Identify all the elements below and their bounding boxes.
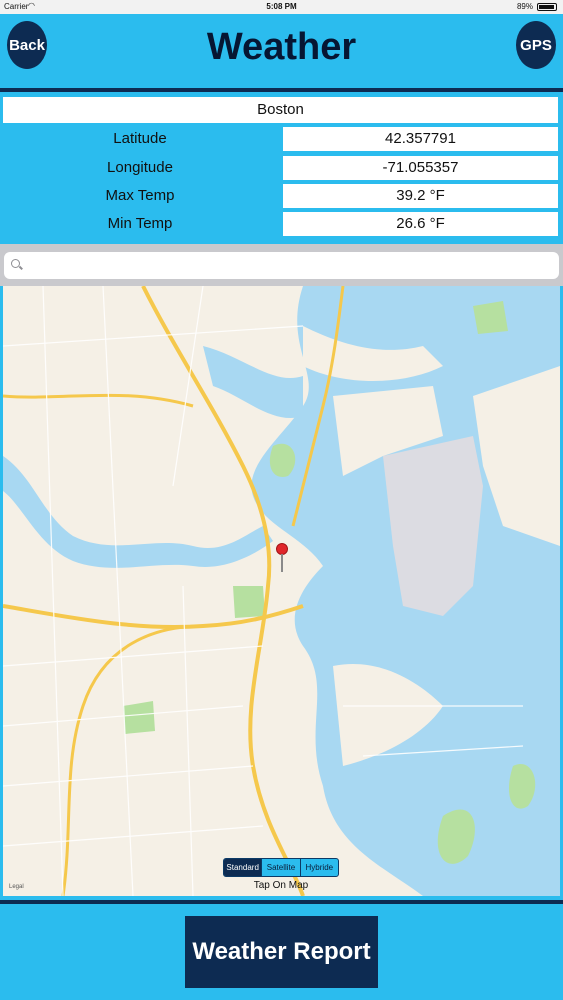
page-title: Weather — [206, 26, 357, 68]
longitude-value: -71.055357 — [283, 156, 558, 180]
legal-link[interactable]: Legal — [9, 884, 24, 890]
map-type-satellite[interactable]: Satellite — [262, 859, 301, 876]
search-field[interactable] — [4, 252, 559, 279]
min-temp-value: 26.6 °F — [283, 212, 558, 236]
tap-hint: Tap On Map — [253, 880, 309, 891]
weather-report-button[interactable]: Weather Report — [185, 916, 378, 988]
battery-icon — [537, 3, 557, 11]
latitude-value: 42.357791 — [283, 127, 558, 151]
map-type-standard[interactable]: Standard — [224, 859, 263, 876]
location-pin-icon[interactable] — [276, 543, 290, 573]
longitude-label: Longitude — [107, 159, 173, 176]
max-temp-label: Max Temp — [105, 187, 175, 204]
max-temp-value: 39.2 °F — [283, 184, 558, 208]
map-type-hybrid[interactable]: Hybride — [301, 859, 338, 876]
min-temp-label: Min Temp — [107, 215, 173, 232]
search-icon — [11, 259, 20, 268]
location-info-panel: Boston Latitude 42.357791 Longitude -71.… — [0, 92, 563, 244]
battery-percent: 89% — [516, 2, 533, 11]
map-type-control: Standard Satellite Hybride — [223, 858, 339, 877]
nav-bar: Back Weather GPS — [0, 14, 563, 88]
status-bar: Carrier ◠ 5:08 PM 89% — [0, 0, 563, 14]
latitude-label: Latitude — [113, 130, 167, 147]
map-view[interactable]: Legal Standard Satellite Hybride Tap On … — [3, 286, 560, 896]
search-input[interactable] — [26, 255, 551, 276]
gps-button[interactable]: GPS — [516, 21, 556, 69]
map-tiles — [3, 286, 560, 896]
search-bar — [0, 244, 563, 286]
city-field[interactable]: Boston — [3, 97, 558, 123]
footer: Weather Report — [0, 904, 563, 1000]
status-time: 5:08 PM — [266, 2, 297, 11]
